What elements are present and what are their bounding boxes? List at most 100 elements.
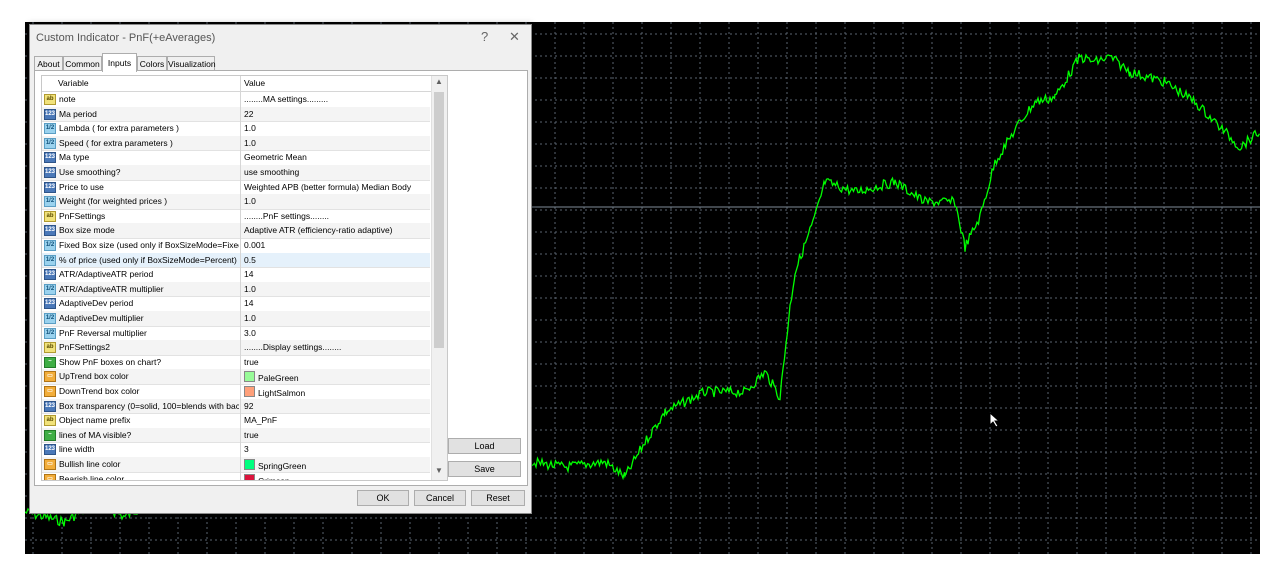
variable-name: Bullish line color	[59, 459, 121, 469]
table-row[interactable]: 1/2% of price (used only if BoxSizeMode=…	[42, 252, 430, 269]
variable-name: Ma period	[59, 108, 97, 119]
variable-value[interactable]: ........PnF settings........	[244, 211, 329, 221]
clr-type-icon: ▭	[44, 459, 56, 470]
tab-visualization[interactable]: Visualization	[167, 56, 216, 71]
reset-button[interactable]: Reset	[471, 490, 525, 506]
table-row[interactable]: ~ Show PnF boxes on chart? true	[42, 355, 430, 371]
cancel-button[interactable]: Cancel	[414, 490, 466, 506]
table-row[interactable]: 1/2 ATR/AdaptiveATR multiplier 1.0	[42, 281, 430, 298]
header-variable[interactable]: Variable	[58, 78, 89, 88]
variable-name: Speed ( for extra parameters )	[59, 137, 173, 148]
bool-type-icon: ~	[44, 429, 56, 441]
variable-value[interactable]: Adaptive ATR (efficiency-ratio adaptive)	[244, 225, 393, 235]
tab-common[interactable]: Common	[63, 56, 102, 71]
scroll-down-icon[interactable]: ▼	[435, 466, 443, 475]
close-icon[interactable]: ✕	[509, 29, 520, 45]
variable-value[interactable]: 1.0	[244, 196, 256, 206]
table-row[interactable]: ▭ UpTrend box color PaleGreen	[42, 369, 430, 385]
abc-type-icon: ab	[44, 94, 56, 105]
variable-value[interactable]: 22	[244, 109, 253, 119]
save-button[interactable]: Save	[448, 461, 521, 477]
table-row[interactable]: ~ lines of MA visible? true	[42, 427, 430, 444]
table-row[interactable]: 123 ATR/AdaptiveATR period 14	[42, 267, 430, 283]
column-separator	[240, 76, 241, 480]
variable-value[interactable]: MA_PnF	[244, 415, 277, 425]
table-row[interactable]: ▭ Bearish line color Crimson	[42, 472, 430, 480]
variable-name: AdaptiveDev multiplier	[59, 313, 144, 323]
dbl-type-icon: 1/2	[44, 254, 56, 266]
variable-value[interactable]: 14	[244, 298, 253, 308]
variable-value[interactable]: SpringGreen	[244, 459, 306, 471]
table-row[interactable]: 123 Ma type Geometric Mean	[42, 150, 430, 166]
variable-value[interactable]: 0.5	[244, 255, 256, 265]
tab-inputs[interactable]: Inputs	[102, 53, 137, 72]
table-row[interactable]: ▭ Bullish line color SpringGreen	[42, 457, 430, 473]
scroll-up-icon[interactable]: ▲	[435, 77, 443, 86]
variable-value[interactable]: Geometric Mean	[244, 152, 307, 162]
table-row[interactable]: 123 line width 3	[42, 442, 430, 458]
table-row[interactable]: 1/2 Fixed Box size (used only if BoxSizeM…	[42, 238, 430, 254]
color-swatch[interactable]	[244, 371, 255, 383]
dbl-type-icon: 1/2	[44, 313, 56, 324]
variable-value[interactable]: ........MA settings.........	[244, 94, 328, 104]
ok-button[interactable]: OK	[357, 490, 409, 506]
variable-name: DownTrend box color	[59, 386, 140, 396]
tab-about[interactable]: About	[34, 56, 63, 71]
variable-value[interactable]: 1.0	[244, 284, 256, 294]
variable-value[interactable]: 0.001	[244, 240, 265, 250]
variable-value[interactable]: 3.0	[244, 328, 256, 338]
variable-name: note	[59, 94, 76, 104]
table-row[interactable]: 123 Use smoothing? use smoothing	[42, 165, 430, 181]
variable-value[interactable]: 92	[244, 401, 253, 411]
variable-name: PnFSettings2	[59, 342, 111, 353]
variable-name: ATR/AdaptiveATR period	[59, 269, 154, 280]
int-type-icon: 123	[44, 444, 56, 456]
table-row[interactable]: 123 Ma period 22	[42, 106, 430, 123]
color-swatch[interactable]	[244, 473, 255, 480]
table-row[interactable]: 123 Price to use Weighted APB (better form…	[42, 180, 430, 196]
table-row[interactable]: ab PnFSettings ........PnF settings.......…	[42, 209, 430, 225]
int-type-icon: 123	[44, 181, 56, 193]
scrollbar-thumb[interactable]	[434, 92, 444, 348]
variable-value[interactable]: LightSalmon	[244, 386, 305, 398]
tab-colors[interactable]: Colors	[137, 56, 167, 71]
table-row[interactable]: 1/2 Weight (for weighted prices ) 1.0	[42, 194, 430, 210]
variable-value[interactable]: Weighted APB (better formula) Median Bod…	[244, 182, 411, 192]
variable-value[interactable]: Crimson	[244, 473, 290, 480]
table-row[interactable]: 1/2 Lambda ( for extra parameters ) 1.0	[42, 121, 430, 137]
table-row[interactable]: ab Object name prefix MA_PnF	[42, 413, 430, 429]
table-row[interactable]: ab PnFSettings2 ........Display settings..…	[42, 340, 430, 356]
color-swatch[interactable]	[244, 386, 255, 397]
load-button[interactable]: Load	[448, 438, 521, 454]
color-swatch[interactable]	[244, 459, 255, 470]
variable-value[interactable]: ........Display settings........	[244, 342, 341, 352]
int-type-icon: 123	[44, 167, 56, 178]
variable-value[interactable]: use smoothing	[244, 167, 299, 177]
int-type-icon: 123	[44, 400, 56, 412]
table-row[interactable]: 1/2 PnF Reversal multiplier 3.0	[42, 326, 430, 342]
table-row[interactable]: 123 Box size mode Adaptive ATR (efficiency…	[42, 223, 430, 239]
grid-scrollbar[interactable]: ▲ ▼	[431, 76, 447, 480]
table-row[interactable]: 1/2 Speed ( for extra parameters ) 1.0	[42, 135, 430, 152]
variable-value[interactable]: 14	[244, 269, 253, 279]
variable-value[interactable]: 3	[244, 444, 249, 454]
value-text: ........Display settings........	[244, 342, 342, 353]
table-row[interactable]: 123 AdaptiveDev period 14	[42, 296, 430, 312]
table-row[interactable]: 123 Box transparency (0=solid, 100=blends…	[42, 398, 430, 415]
table-row[interactable]: ab note ........MA settings.........	[42, 92, 430, 108]
variable-value[interactable]: PaleGreen	[244, 371, 299, 383]
variable-value[interactable]: 1.0	[244, 313, 256, 323]
dbl-type-icon: 1/2	[44, 283, 56, 295]
variable-value[interactable]: true	[244, 357, 259, 367]
table-row[interactable]: ▭ DownTrend box color LightSalmon	[42, 384, 430, 400]
header-value[interactable]: Value	[244, 78, 265, 88]
help-button[interactable]: ?	[481, 29, 488, 44]
variable-value[interactable]: true	[244, 430, 259, 440]
table-row[interactable]: 1/2 AdaptiveDev multiplier 1.0	[42, 311, 430, 327]
value-text: Adaptive ATR (efficiency-ratio adaptive)	[244, 225, 393, 236]
value-text: use smoothing	[244, 167, 300, 177]
clr-type-icon: ▭	[44, 473, 56, 480]
variable-value[interactable]: 1.0	[244, 123, 256, 133]
variable-value[interactable]: 1.0	[244, 138, 256, 148]
variable-name: Lambda ( for extra parameters )	[59, 123, 179, 134]
